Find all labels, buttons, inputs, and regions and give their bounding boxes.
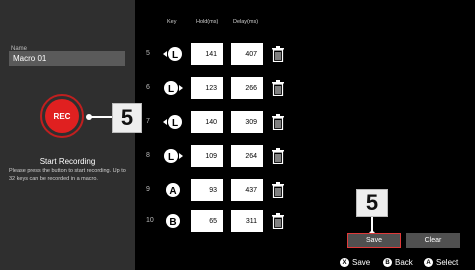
- row-index: 9: [146, 186, 150, 193]
- key-l-stick-left-icon[interactable]: L: [163, 46, 183, 62]
- svg-text:L: L: [168, 152, 174, 163]
- macro-row: 6 L 123 266: [0, 77, 475, 99]
- header-key: Key: [167, 19, 177, 25]
- key-l-stick-left-icon[interactable]: L: [163, 114, 183, 130]
- clear-button[interactable]: Clear: [406, 233, 460, 248]
- trash-icon[interactable]: [272, 46, 284, 63]
- macro-row: 10 B 65 311: [0, 210, 475, 232]
- trash-icon[interactable]: [272, 148, 284, 165]
- delay-value[interactable]: 309: [231, 111, 263, 133]
- row-index: 8: [146, 152, 150, 159]
- trash-icon[interactable]: [272, 114, 284, 131]
- save-button[interactable]: Save: [347, 233, 401, 248]
- x-button-icon: X: [340, 258, 349, 267]
- key-a-icon[interactable]: A: [163, 182, 183, 198]
- row-index: 7: [146, 118, 150, 125]
- svg-text:L: L: [168, 84, 174, 95]
- header-delay: Delay(ms): [233, 19, 259, 25]
- key-l-stick-right-icon[interactable]: L: [163, 148, 183, 164]
- hold-value[interactable]: 141: [191, 43, 223, 65]
- hint-select-label: Select: [436, 258, 459, 267]
- header-hold: Hold(ms): [196, 19, 219, 25]
- hold-value[interactable]: 140: [191, 111, 223, 133]
- key-l-stick-right-icon[interactable]: L: [163, 80, 183, 96]
- hint-back[interactable]: B Back: [383, 258, 413, 267]
- macro-row: 7 L 140 309: [0, 111, 475, 133]
- delay-value[interactable]: 407: [231, 43, 263, 65]
- trash-icon[interactable]: [272, 182, 284, 199]
- trash-icon[interactable]: [272, 80, 284, 97]
- key-b-icon[interactable]: B: [163, 213, 183, 229]
- row-index: 10: [146, 217, 154, 224]
- hold-value[interactable]: 93: [191, 179, 223, 201]
- row-index: 5: [146, 50, 150, 57]
- hold-value[interactable]: 65: [191, 210, 223, 232]
- b-button-icon: B: [383, 258, 392, 267]
- svg-text:L: L: [172, 118, 178, 129]
- macro-row: 5 L 141 407: [0, 43, 475, 65]
- hold-value[interactable]: 123: [191, 77, 223, 99]
- hold-value[interactable]: 109: [191, 145, 223, 167]
- delay-value[interactable]: 266: [231, 77, 263, 99]
- hint-select[interactable]: A Select: [424, 258, 458, 267]
- row-index: 6: [146, 84, 150, 91]
- callout-badge-save: 5: [356, 189, 388, 217]
- macro-row: 8 L 109 264: [0, 145, 475, 167]
- hint-save-label: Save: [352, 258, 371, 267]
- delay-value[interactable]: 311: [231, 210, 263, 232]
- a-button-icon: A: [424, 258, 433, 267]
- hint-save[interactable]: X Save: [340, 258, 370, 267]
- svg-text:B: B: [169, 217, 176, 228]
- macro-row: 9 A 93 437: [0, 179, 475, 201]
- hint-back-label: Back: [395, 258, 413, 267]
- svg-text:L: L: [172, 50, 178, 61]
- trash-icon[interactable]: [272, 213, 284, 230]
- delay-value[interactable]: 437: [231, 179, 263, 201]
- svg-text:A: A: [169, 186, 176, 197]
- delay-value[interactable]: 264: [231, 145, 263, 167]
